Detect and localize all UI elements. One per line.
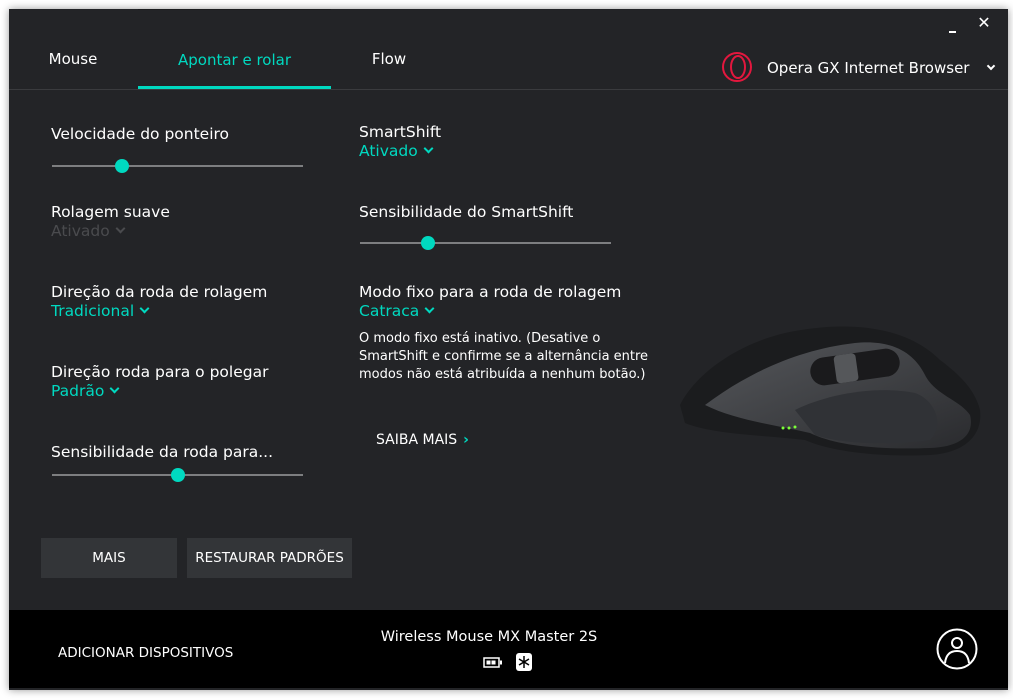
app-selector[interactable]: Opera GX Internet Browser xyxy=(719,50,999,84)
chevron-down-icon xyxy=(115,223,126,234)
smooth-scroll-value: Ativado xyxy=(51,222,110,240)
unifying-receiver-icon xyxy=(516,653,532,671)
device-name[interactable]: Wireless Mouse MX Master 2S xyxy=(349,629,629,645)
logitech-options-window: ✕ Mouse Apontar e rolar Flow Opera GX In… xyxy=(9,9,1008,690)
scroll-direction-value: Tradicional xyxy=(51,302,135,320)
scroll-direction-label: Direção da roda de rolagem xyxy=(51,283,268,301)
pointer-speed-slider[interactable] xyxy=(52,159,303,173)
thumb-direction-label: Direção roda para o polegar xyxy=(51,363,269,381)
battery-icon xyxy=(483,657,502,668)
scroll-direction-dropdown[interactable]: Tradicional xyxy=(51,302,150,320)
pointer-speed-label: Velocidade do ponteiro xyxy=(51,125,230,143)
chevron-down-icon xyxy=(109,383,120,394)
smartshift-value: Ativado xyxy=(359,142,418,160)
close-icon: ✕ xyxy=(977,13,991,32)
add-devices-button[interactable]: ADICIONAR DISPOSITIVOS xyxy=(58,645,233,661)
learn-more-label: SAIBA MAIS xyxy=(376,432,458,448)
minimize-button[interactable] xyxy=(946,21,960,35)
tab-point-scroll[interactable]: Apontar e rolar xyxy=(138,9,331,89)
opera-gx-logo xyxy=(722,52,752,82)
slider-thumb[interactable] xyxy=(420,236,435,250)
chevron-down-icon xyxy=(981,58,996,77)
chevron-down-icon xyxy=(424,303,435,314)
device-footer: ADICIONAR DISPOSITIVOS Wireless Mouse MX… xyxy=(9,610,1008,688)
ratchet-mode-label: Modo fixo para a roda de rolagem xyxy=(359,283,622,301)
restore-defaults-button[interactable]: RESTAURAR PADRÕES xyxy=(187,538,352,578)
account-icon[interactable] xyxy=(936,628,978,670)
ratchet-mode-value: Catraca xyxy=(359,302,420,320)
app-selector-label: Opera GX Internet Browser xyxy=(767,59,970,77)
chevron-down-icon xyxy=(139,303,150,314)
smartshift-label: SmartShift xyxy=(359,123,442,141)
tab-flow[interactable]: Flow xyxy=(349,9,429,89)
smooth-scroll-dropdown[interactable]: Ativado xyxy=(51,222,126,240)
thumb-sensitivity-slider[interactable] xyxy=(52,468,303,482)
learn-more-link[interactable]: SAIBA MAIS › xyxy=(376,432,469,448)
thumb-direction-dropdown[interactable]: Padrão xyxy=(51,382,120,400)
slider-thumb[interactable] xyxy=(170,468,185,482)
minimize-icon xyxy=(949,31,956,33)
chevron-down-icon xyxy=(423,143,434,154)
thumb-direction-value: Padrão xyxy=(51,382,105,400)
smartshift-dropdown[interactable]: Ativado xyxy=(359,142,434,160)
tab-mouse[interactable]: Mouse xyxy=(29,9,117,89)
ratchet-mode-dropdown[interactable]: Catraca xyxy=(359,302,435,320)
mouse-image xyxy=(680,326,981,456)
thumb-sensitivity-label: Sensibilidade da roda para... xyxy=(51,443,274,461)
smooth-scroll-label: Rolagem suave xyxy=(51,203,170,221)
slider-thumb[interactable] xyxy=(115,159,130,173)
ratchet-mode-note: O modo fixo está inativo. (Desative o Sm… xyxy=(359,331,649,382)
more-button[interactable]: MAIS xyxy=(41,538,177,578)
tab-divider xyxy=(9,89,1008,90)
smartshift-sensitivity-slider[interactable] xyxy=(360,236,611,250)
chevron-right-icon: › xyxy=(463,432,469,448)
smartshift-sensitivity-label: Sensibilidade do SmartShift xyxy=(359,203,574,221)
close-button[interactable]: ✕ xyxy=(975,13,993,33)
